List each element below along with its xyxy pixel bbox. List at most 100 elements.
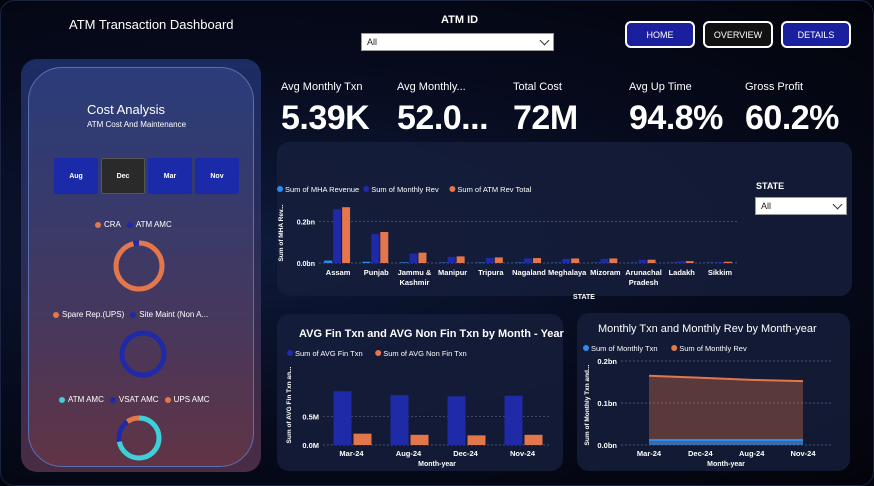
atm-id-dropdown[interactable]: All bbox=[361, 33, 554, 51]
bar bbox=[685, 261, 694, 263]
bar bbox=[562, 258, 571, 263]
state-value: All bbox=[761, 201, 772, 211]
month-slicer-aug[interactable]: Aug bbox=[54, 158, 98, 194]
x-tick-label: Pradesh bbox=[629, 278, 659, 287]
page-title: ATM Transaction Dashboard bbox=[69, 17, 234, 32]
bar bbox=[342, 207, 351, 263]
legend-dot bbox=[449, 186, 456, 192]
dashboard-canvas: ATM Transaction Dashboard ATM ID All HOM… bbox=[0, 0, 874, 486]
bar bbox=[456, 256, 465, 263]
x-tick-label: Mizoram bbox=[590, 268, 621, 277]
x-tick-label: Ladakh bbox=[669, 268, 696, 277]
legend-dot bbox=[164, 396, 171, 403]
x-tick-label: Dec-24 bbox=[688, 449, 713, 458]
month-slicer-mar[interactable]: Mar bbox=[148, 158, 192, 194]
month-slicer-dec[interactable]: Dec bbox=[101, 158, 145, 194]
chevron-down-icon bbox=[539, 35, 550, 45]
legend-label: Sum of Monthly Rev bbox=[371, 185, 439, 194]
legend-label: Sum of Monthly Rev bbox=[679, 344, 747, 353]
legend-label: ATM AMC bbox=[68, 395, 104, 404]
y-axis-title: Sum of MHA Rev... bbox=[278, 204, 285, 261]
x-tick-label: Meghalaya bbox=[548, 268, 587, 277]
legend-label: Site Maint (Non A... bbox=[139, 310, 209, 319]
donut2-legend: Spare Rep.(UPS) Site Maint (Non A... bbox=[53, 310, 208, 319]
kpi-value-avg-monthly: 52.0... bbox=[397, 99, 489, 137]
bar bbox=[494, 257, 503, 263]
bar bbox=[723, 261, 732, 263]
x-tick-label: Mar-24 bbox=[637, 449, 662, 458]
legend-dot bbox=[95, 221, 101, 228]
kpi-label-total-cost: Total Cost bbox=[513, 81, 562, 93]
legend-label: ATM AMC bbox=[135, 220, 172, 229]
bar bbox=[418, 252, 427, 263]
y-axis-title: Sum of Monthly Txn and... bbox=[584, 364, 591, 445]
bar bbox=[504, 395, 523, 445]
legend-dot bbox=[583, 345, 589, 351]
legend-dot bbox=[109, 396, 116, 403]
bar bbox=[447, 396, 466, 445]
atm-id-value: All bbox=[367, 37, 378, 47]
bar bbox=[380, 232, 389, 263]
bar bbox=[324, 260, 333, 263]
x-tick-label: Mar-24 bbox=[339, 449, 364, 458]
bar bbox=[390, 395, 409, 445]
x-tick-label: Nov-24 bbox=[790, 449, 816, 458]
legend-dot bbox=[53, 311, 59, 318]
y-axis-title: Sum of AVG Fin Txn an... bbox=[286, 366, 293, 443]
monthly-txn-rev-chart: Sum of Monthly Txn Sum of Monthly Rev 0.0b… bbox=[583, 344, 831, 468]
legend-dot bbox=[130, 311, 137, 318]
bar bbox=[600, 258, 609, 263]
bar bbox=[714, 261, 723, 263]
y-tick-label: 0.2bn bbox=[297, 220, 315, 227]
details-button[interactable]: DETAILS bbox=[781, 21, 851, 48]
bar bbox=[571, 258, 580, 263]
home-button[interactable]: HOME bbox=[625, 21, 695, 48]
bar bbox=[533, 258, 541, 263]
legend-label: Sum of AVG Fin Txn bbox=[295, 349, 363, 358]
legend-label: CRA bbox=[104, 220, 121, 229]
state-dropdown[interactable]: All bbox=[755, 197, 847, 215]
bar bbox=[467, 435, 486, 445]
fin-nonfin-chart: Sum of AVG Fin Txn Sum of AVG Non Fin Txn… bbox=[286, 349, 551, 468]
donut-slice bbox=[119, 330, 167, 378]
month-slicer-nov[interactable]: Nov bbox=[195, 158, 239, 194]
kpi-value-total-cost: 72M bbox=[513, 99, 578, 137]
donut3-legend: ATM AMC VSAT AMC UPS AMC bbox=[59, 395, 210, 404]
bar bbox=[447, 256, 456, 263]
cost-analysis-title: Cost Analysis bbox=[87, 102, 166, 117]
x-tick-label: Nov-24 bbox=[510, 449, 536, 458]
state-filter-label: STATE bbox=[756, 181, 785, 191]
monthly-txn-rev-chart-title: Monthly Txn and Monthly Rev by Month-yea… bbox=[598, 323, 817, 335]
x-tick-label: Tripura bbox=[478, 268, 504, 277]
cra-atm-amc-donut bbox=[113, 240, 165, 292]
spare-site-maint-donut bbox=[119, 330, 167, 378]
chevron-down-icon bbox=[832, 199, 843, 209]
x-tick-label: Nagaland bbox=[512, 268, 546, 277]
bar bbox=[676, 261, 685, 263]
legend-dot bbox=[671, 345, 678, 351]
kpi-label-avg-monthly-txn: Avg Monthly Txn bbox=[281, 81, 363, 93]
x-tick-label: Kashmir bbox=[399, 278, 429, 287]
bar bbox=[410, 434, 429, 445]
legend-label: Sum of ATM Rev Total bbox=[457, 185, 531, 194]
overview-button[interactable]: OVERVIEW bbox=[703, 21, 773, 48]
x-axis-title: Month-year bbox=[707, 461, 745, 468]
x-tick-label: Aug-24 bbox=[396, 449, 422, 458]
atm-id-label: ATM ID bbox=[441, 14, 479, 26]
legend-label: Spare Rep.(UPS) bbox=[62, 310, 125, 319]
bar bbox=[353, 433, 372, 445]
legend-dot bbox=[287, 350, 293, 356]
legend-label: Sum of MHA Revenue bbox=[285, 185, 359, 194]
kpi-label-gross-profit: Gross Profit bbox=[745, 81, 804, 93]
y-tick-label: 0.1bn bbox=[597, 399, 617, 408]
legend-label: Sum of AVG Non Fin Txn bbox=[383, 349, 467, 358]
legend-dot bbox=[59, 396, 65, 403]
bar bbox=[333, 209, 342, 263]
legend-dot bbox=[277, 186, 283, 192]
legend-dot bbox=[375, 350, 382, 356]
legend-label: Sum of Monthly Txn bbox=[591, 344, 658, 353]
x-axis-title: STATE bbox=[573, 294, 595, 301]
x-tick-label: Manipur bbox=[438, 268, 467, 277]
kpi-value-gross-profit: 60.2% bbox=[745, 99, 839, 137]
fin-nonfin-chart-title: AVG Fin Txn and AVG Non Fin Txn by Month… bbox=[299, 328, 564, 340]
